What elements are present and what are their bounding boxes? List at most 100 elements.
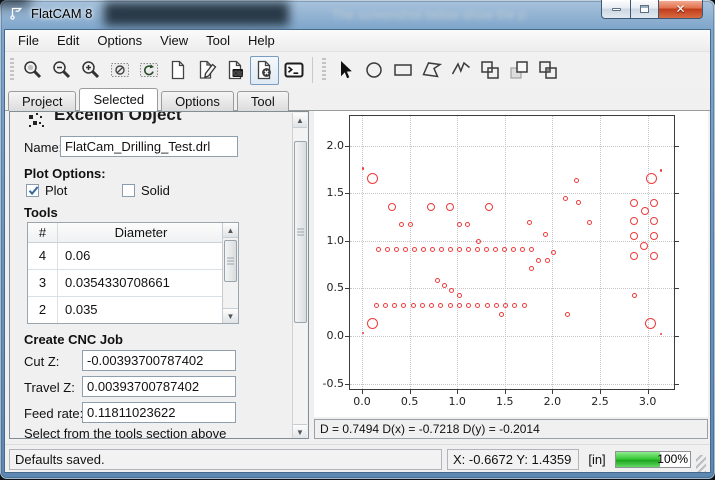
panel-title: Excellon Object xyxy=(54,112,182,125)
tab-project[interactable]: Project xyxy=(8,91,76,111)
drill-hole-marker xyxy=(388,203,396,211)
x-tick-label: 2.5 xyxy=(585,395,615,408)
drill-hole-marker xyxy=(427,203,435,211)
solid-checkbox-label: Solid xyxy=(141,183,170,198)
toolbar-icon-zoom-fit[interactable] xyxy=(18,56,47,85)
toolbar-icon-shell[interactable] xyxy=(279,56,308,85)
tool-diameter[interactable]: 0.035 xyxy=(58,297,224,323)
toolbar-drag-handle[interactable] xyxy=(10,58,14,82)
feed-rate-input[interactable] xyxy=(82,402,236,423)
scroll-up-icon[interactable]: ▲ xyxy=(223,223,238,238)
name-label: Name: xyxy=(24,140,62,155)
scroll-down-icon[interactable]: ▼ xyxy=(223,308,238,323)
tool-number[interactable]: 3 xyxy=(28,270,58,296)
resize-grip[interactable] xyxy=(696,455,706,473)
y-tick xyxy=(675,193,679,194)
plot-checkbox[interactable]: Plot xyxy=(26,183,67,198)
drill-hole-marker xyxy=(650,199,658,207)
toolbar-icon-ok-file[interactable]: Ok xyxy=(221,56,250,85)
menu-help[interactable]: Help xyxy=(239,31,284,50)
travel-z-input[interactable] xyxy=(82,376,236,397)
toolbar-icon-draw-polygon[interactable] xyxy=(417,56,446,85)
scrollbar-thumb[interactable] xyxy=(294,141,307,323)
toolbar-icon-union[interactable] xyxy=(475,56,504,85)
menu-tool[interactable]: Tool xyxy=(197,31,239,50)
tool-row[interactable]: 20.035 xyxy=(28,297,238,324)
drill-hole-marker xyxy=(485,303,490,308)
toolbar-icon-draw-circle[interactable] xyxy=(359,56,388,85)
close-button[interactable]: ✕ xyxy=(659,0,703,19)
toolbar-icon-zoom-out[interactable] xyxy=(47,56,76,85)
toolbar-icon-clear-plot[interactable] xyxy=(105,56,134,85)
scroll-up-icon[interactable]: ▲ xyxy=(293,113,307,128)
column-header-number[interactable]: # xyxy=(28,223,58,242)
minimize-button[interactable] xyxy=(601,0,630,19)
toolbar-icon-delete-file[interactable] xyxy=(250,56,279,85)
drill-hole-marker xyxy=(448,303,453,308)
gridline xyxy=(505,116,506,389)
x-tick xyxy=(410,390,411,394)
drill-hole-marker xyxy=(641,207,649,215)
tool-diameter[interactable]: 0.06 xyxy=(58,243,224,269)
tools-table-scrollbar[interactable]: ▲ ▼ xyxy=(222,223,238,323)
tool-row[interactable]: 40.06 xyxy=(28,243,238,270)
scroll-down-icon[interactable]: ▼ xyxy=(293,424,307,439)
drill-hole-marker xyxy=(362,167,364,169)
x-tick xyxy=(505,390,506,394)
toolbar-icon-edit-file[interactable] xyxy=(192,56,221,85)
maximize-button[interactable] xyxy=(630,0,659,19)
window-body: FileEditOptionsViewToolHelp Ok xyxy=(4,29,711,473)
x-tick xyxy=(552,390,553,394)
solid-checkbox[interactable]: Solid xyxy=(122,183,170,198)
y-tick xyxy=(675,288,679,289)
toolbar-drag-handle[interactable] xyxy=(322,58,326,82)
drill-hole-marker xyxy=(475,247,480,252)
name-input[interactable] xyxy=(60,136,238,157)
drill-hole-marker xyxy=(394,247,399,252)
panel-scrollbar[interactable]: ▲ ▼ xyxy=(292,113,307,439)
toolbar-icon-draw-rectangle[interactable] xyxy=(388,56,417,85)
create-cnc-job-label: Create CNC Job xyxy=(24,332,123,347)
tool-diameter[interactable]: 0.0354330708661 xyxy=(58,270,224,296)
drill-hole-marker xyxy=(543,232,548,237)
panel-header: Excellon Object xyxy=(10,112,290,130)
cut-z-input[interactable] xyxy=(82,350,236,371)
scrollbar-thumb[interactable] xyxy=(224,240,237,282)
menu-view[interactable]: View xyxy=(151,31,197,50)
toolbar-icon-subtract[interactable] xyxy=(504,56,533,85)
toolbar-icon-zoom-in[interactable] xyxy=(76,56,105,85)
tab-tool[interactable]: Tool xyxy=(237,91,289,111)
toolbar-icon-pointer[interactable] xyxy=(330,56,359,85)
progress-bar: 100% xyxy=(615,451,691,468)
toolbar: Ok xyxy=(5,52,710,88)
feed-rate-label: Feed rate: xyxy=(24,406,83,421)
x-tick-label: 2.0 xyxy=(537,395,567,408)
titlebar[interactable]: The screenshot below show the p FlatCAM … xyxy=(0,0,715,29)
checkbox-box[interactable] xyxy=(26,184,39,197)
x-tick xyxy=(648,390,649,394)
tool-row[interactable]: 30.0354330708661 xyxy=(28,270,238,297)
drill-hole-marker xyxy=(457,293,462,298)
toolbar-icon-draw-path[interactable] xyxy=(446,56,475,85)
plot-canvas[interactable]: 0.00.51.01.52.02.53.02.01.51.00.50.0-0.5 xyxy=(314,111,708,417)
tool-number[interactable]: 4 xyxy=(28,243,58,269)
tab-options[interactable]: Options xyxy=(161,91,234,111)
tab-selected[interactable]: Selected xyxy=(79,88,158,111)
tool-number[interactable]: 2 xyxy=(28,297,58,323)
toolbar-icon-new-file[interactable] xyxy=(163,56,192,85)
y-tick-label: 2.0 xyxy=(315,139,344,152)
measurement-readout: D = 0.7494 D(x) = -0.7218 D(y) = -0.2014 xyxy=(314,419,708,439)
drill-hole-marker xyxy=(522,303,527,308)
menu-file[interactable]: File xyxy=(9,31,48,50)
checkbox-box[interactable] xyxy=(122,184,135,197)
toolbar-icon-replot[interactable] xyxy=(134,56,163,85)
glass-blur-artifact xyxy=(104,2,289,26)
gridline xyxy=(600,116,601,389)
menu-options[interactable]: Options xyxy=(88,31,151,50)
y-tick-label: 1.5 xyxy=(315,186,344,199)
drill-hole-marker xyxy=(551,250,556,255)
toolbar-icon-intersect[interactable] xyxy=(533,56,562,85)
column-header-diameter[interactable]: Diameter xyxy=(58,223,224,242)
drill-hole-marker xyxy=(421,247,426,252)
menu-edit[interactable]: Edit xyxy=(48,31,88,50)
